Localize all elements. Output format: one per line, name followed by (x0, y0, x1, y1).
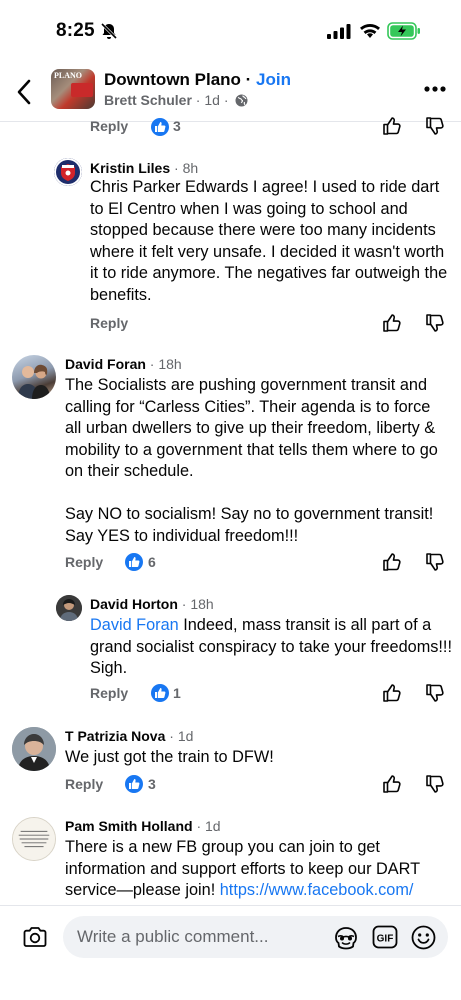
like-icon (125, 775, 143, 793)
thumbs-down-icon[interactable] (425, 116, 445, 136)
avatar-photo (56, 595, 82, 621)
comment-timestamp: · 1d (192, 818, 221, 834)
camera-icon[interactable] (22, 926, 48, 948)
mention-link[interactable]: David Foran (90, 616, 179, 634)
header-subtitle: Brett Schuler · 1d · (104, 92, 248, 108)
reply-button[interactable]: Reply (65, 554, 103, 570)
thumbs-down-icon[interactable] (425, 313, 445, 333)
thumbs-up-icon[interactable] (382, 313, 402, 333)
comment-author: Pam Smith Holland · 1d (65, 818, 221, 834)
facebook-group-link[interactable]: https://www.facebook.com/ (220, 881, 414, 899)
reply-button[interactable]: Reply (90, 118, 128, 134)
emoji-icon[interactable] (411, 925, 436, 950)
thumbs-up-icon[interactable] (382, 774, 402, 794)
reaction-count: 1 (173, 685, 181, 701)
post-age: · 1d · (191, 92, 229, 108)
comment-author: David Foran · 18h (65, 356, 182, 372)
title-separator: · (240, 70, 257, 89)
thumbs-down-icon[interactable] (425, 552, 445, 572)
gif-icon[interactable]: GIF (372, 925, 398, 949)
group-post-header: PLANO Downtown Plano · Join Brett Schule… (0, 60, 461, 122)
globe-icon (235, 94, 248, 107)
group-thumbnail[interactable]: PLANO (51, 69, 95, 109)
quote-image-avatar (13, 818, 55, 860)
avatar-photo (12, 727, 56, 771)
reply-button[interactable]: Reply (90, 685, 128, 701)
comment-author: David Horton · 18h (90, 596, 214, 612)
avatar-photo (18, 364, 50, 399)
comment-t-patrizia-nova: T Patrizia Nova · 1d We just got the tra… (0, 718, 461, 802)
thumbs-up-icon[interactable] (382, 683, 402, 703)
comment-kristin-liles: Kristin Liles · 8h Chris Parker Edwards … (0, 150, 461, 340)
join-button[interactable]: Join (256, 70, 291, 89)
reply-button[interactable]: Reply (90, 315, 128, 331)
svg-text:GIF: GIF (377, 934, 394, 945)
comment-timestamp: · 1d (165, 728, 194, 744)
reply-button[interactable]: Reply (65, 776, 103, 792)
like-icon (125, 553, 143, 571)
fc-dallas-crest-icon (54, 158, 82, 186)
author-name[interactable]: David Horton (90, 596, 178, 612)
comment-text: There is a new FB group you can join to … (65, 837, 451, 902)
partial-comment-actions: Reply 3 (0, 114, 461, 140)
status-time: 8:25 (56, 20, 95, 41)
signal-icon (327, 24, 351, 39)
avatar[interactable] (12, 817, 56, 861)
reaction-count: 3 (173, 118, 181, 134)
comment-timestamp: · 8h (170, 160, 199, 176)
like-icon (151, 118, 169, 136)
thumbs-up-icon[interactable] (382, 552, 402, 572)
author-name[interactable]: Kristin Liles (90, 160, 170, 176)
comment-author: T Patrizia Nova · 1d (65, 728, 193, 744)
avatar[interactable] (56, 595, 82, 621)
avatar[interactable] (54, 158, 82, 186)
reaction-count: 6 (148, 554, 156, 570)
like-icon (151, 684, 169, 702)
author-name[interactable]: Pam Smith Holland (65, 818, 193, 834)
thumbs-down-icon[interactable] (425, 774, 445, 794)
comment-timestamp: · 18h (145, 356, 182, 372)
back-icon[interactable] (14, 78, 36, 106)
thumbs-down-icon[interactable] (425, 683, 445, 703)
comment-text-paragraph-1: The Socialists are pushing government tr… (65, 376, 438, 481)
comment-david-foran: David Foran · 18h The Socialists are pus… (0, 346, 461, 582)
author-name[interactable]: David Foran (65, 356, 146, 372)
comment-composer: Write a public comment... GIF (0, 905, 461, 1000)
comment-text-paragraph-2: Say NO to socialism! Say no to governmen… (65, 505, 434, 545)
avatar[interactable] (12, 355, 56, 399)
comment-input-placeholder[interactable]: Write a public comment... (77, 927, 268, 947)
comment-text: Chris Parker Edwards I agree! I used to … (90, 178, 448, 304)
bell-off-icon (100, 22, 118, 40)
reaction-count: 3 (148, 776, 156, 792)
post-author[interactable]: Brett Schuler (104, 92, 192, 108)
group-thumbnail-detail (71, 83, 93, 97)
avatar[interactable] (12, 727, 56, 771)
comment-timestamp: · 18h (177, 596, 214, 612)
header-title: Downtown Plano · Join (104, 70, 291, 90)
thumbs-up-icon[interactable] (382, 116, 402, 136)
author-name[interactable]: T Patrizia Nova (65, 728, 165, 744)
comment-pam-smith-holland: Pam Smith Holland · 1d There is a new FB… (0, 808, 461, 905)
comment-david-horton: David Horton · 18h David Foran Indeed, m… (0, 586, 461, 706)
comment-author: Kristin Liles · 8h (90, 160, 198, 176)
wifi-icon (360, 23, 380, 38)
group-name[interactable]: Downtown Plano (104, 70, 241, 89)
more-icon[interactable] (423, 84, 447, 94)
status-bar: 8:25 (0, 0, 461, 60)
comment-text: We just got the train to DFW! (65, 748, 274, 766)
avatar-sticker-icon[interactable] (333, 926, 359, 950)
battery-icon (387, 22, 420, 40)
comment-text: David Foran Indeed, mass transit is all … (90, 615, 452, 680)
group-thumbnail-logo-text: PLANO (54, 71, 82, 80)
